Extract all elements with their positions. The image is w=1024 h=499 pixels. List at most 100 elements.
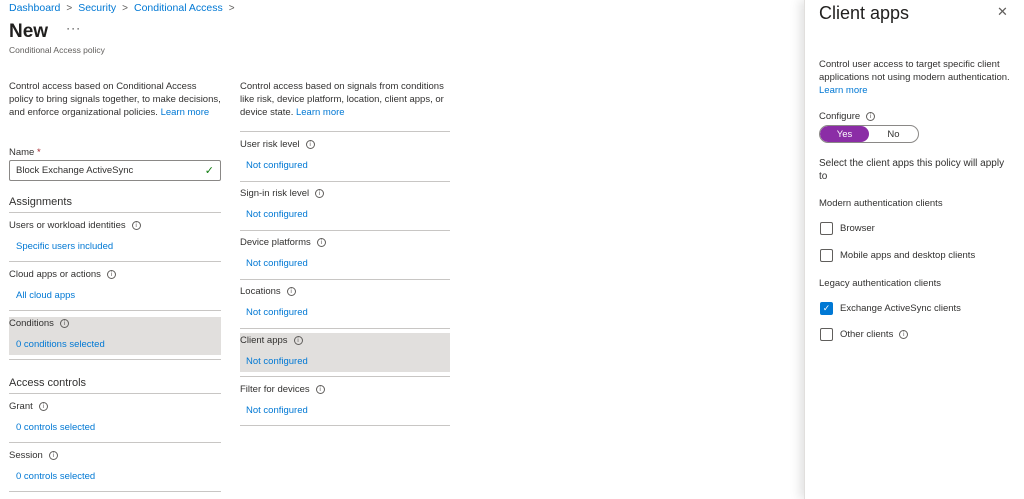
info-icon[interactable]: i [866,112,876,121]
learn-more-link[interactable]: Learn more [161,107,210,118]
conditions-link[interactable]: 0 conditions selected [16,339,105,350]
filter-devices-link[interactable]: Not configured [246,405,308,416]
grant-label: Grant i [9,401,48,412]
divider [9,442,221,443]
breadcrumb-separator: > [228,2,235,14]
exchange-label: Exchange ActiveSync clients [840,303,961,314]
other-label: Other clients [840,329,894,340]
divider [9,393,221,394]
breadcrumb-separator: > [66,2,73,14]
info-icon[interactable]: i [106,270,116,279]
divider [240,181,450,182]
more-icon[interactable]: ··· [66,21,81,35]
browser-checkbox-row[interactable]: Browser [820,222,875,235]
learn-more-link[interactable]: Learn more [819,85,868,96]
users-label: Users or workload identities i [9,220,141,231]
learn-more-link[interactable]: Learn more [296,107,345,118]
info-icon[interactable]: i [38,402,48,411]
configure-label: Configure i [819,111,876,122]
info-icon[interactable]: i [59,319,69,328]
info-icon[interactable]: i [48,451,58,460]
conditions-description: Control access based on signals from con… [240,80,452,119]
breadcrumb-separator: > [122,2,128,14]
filter-devices-label-text: Filter for devices [240,384,310,395]
page-title: New ··· [9,21,81,43]
users-label-text: Users or workload identities [9,220,126,231]
locations-link[interactable]: Not configured [246,307,308,318]
session-label: Session i [9,450,58,461]
grant-label-text: Grant [9,401,33,412]
modern-auth-heading: Modern authentication clients [819,198,943,209]
divider [240,328,450,329]
page-subtitle: Conditional Access policy [9,45,105,55]
checkmark-icon: ✓ [204,165,214,177]
device-platforms-link[interactable]: Not configured [246,258,308,269]
mobile-checkbox-row[interactable]: Mobile apps and desktop clients [820,249,975,262]
signin-risk-label-text: Sign-in risk level [240,188,310,199]
user-risk-link[interactable]: Not configured [246,160,308,171]
users-link[interactable]: Specific users included [16,241,113,252]
user-risk-label: User risk level i [240,139,315,150]
configure-toggle[interactable]: Yes No [819,125,919,143]
divider [240,376,450,377]
locations-label-text: Locations [240,286,281,297]
policy-description: Control access based on Conditional Acce… [9,80,221,119]
divider [9,359,221,360]
panel-description: Control user access to target specific c… [819,58,1015,97]
conditions-label-text: Conditions [9,318,54,329]
client-apps-label: Client apps i [240,335,303,346]
apps-label: Cloud apps or actions i [9,269,116,280]
client-apps-label-text: Client apps [240,335,288,346]
info-icon[interactable]: i [315,189,325,198]
apps-label-text: Cloud apps or actions [9,269,101,280]
page-title-text: New [9,21,49,42]
assignments-heading: Assignments [9,196,72,208]
other-checkbox[interactable] [820,328,833,341]
breadcrumb-security[interactable]: Security [78,2,116,14]
name-field-value: Block Exchange ActiveSync [16,165,134,176]
configure-label-text: Configure [819,111,861,122]
breadcrumb: Dashboard > Security > Conditional Acces… [9,2,241,14]
info-icon[interactable]: i [316,238,326,247]
divider [9,261,221,262]
close-icon[interactable]: ✕ [997,5,1008,20]
divider [240,425,450,426]
panel-title: Client apps [819,3,910,23]
conditions-label: Conditions i [9,318,69,329]
info-icon[interactable]: i [899,330,909,339]
signin-risk-link[interactable]: Not configured [246,209,308,220]
select-instruction: Select the client apps this policy will … [819,158,1005,182]
browser-checkbox[interactable] [820,222,833,235]
divider [9,212,221,213]
mobile-checkbox[interactable] [820,249,833,262]
apps-link[interactable]: All cloud apps [16,290,75,301]
name-label: Name * [9,147,41,158]
divider [9,491,221,492]
toggle-yes[interactable]: Yes [820,126,869,142]
info-icon[interactable]: i [293,336,303,345]
grant-link[interactable]: 0 controls selected [16,422,95,433]
mobile-label: Mobile apps and desktop clients [840,250,976,261]
session-link[interactable]: 0 controls selected [16,471,95,482]
device-platforms-label: Device platforms i [240,237,326,248]
locations-label: Locations i [240,286,296,297]
divider [240,131,450,132]
divider [240,279,450,280]
other-checkbox-row[interactable]: Other clients i [820,328,909,341]
toggle-no[interactable]: No [869,126,918,142]
name-field[interactable]: Block Exchange ActiveSync ✓ [9,160,221,181]
breadcrumb-dashboard[interactable]: Dashboard [9,2,60,14]
exchange-checkbox[interactable]: ✓ [820,302,833,315]
legacy-auth-heading: Legacy authentication clients [819,278,941,289]
required-mark: * [36,147,41,158]
exchange-checkbox-row[interactable]: ✓ Exchange ActiveSync clients [820,302,961,315]
info-icon[interactable]: i [315,385,325,394]
info-icon[interactable]: i [131,221,141,230]
access-controls-heading: Access controls [9,377,87,389]
breadcrumb-conditional-access[interactable]: Conditional Access [134,2,223,14]
device-platforms-label-text: Device platforms [240,237,311,248]
client-apps-link[interactable]: Not configured [246,356,308,367]
info-icon[interactable]: i [305,140,315,149]
divider [240,230,450,231]
info-icon[interactable]: i [286,287,296,296]
